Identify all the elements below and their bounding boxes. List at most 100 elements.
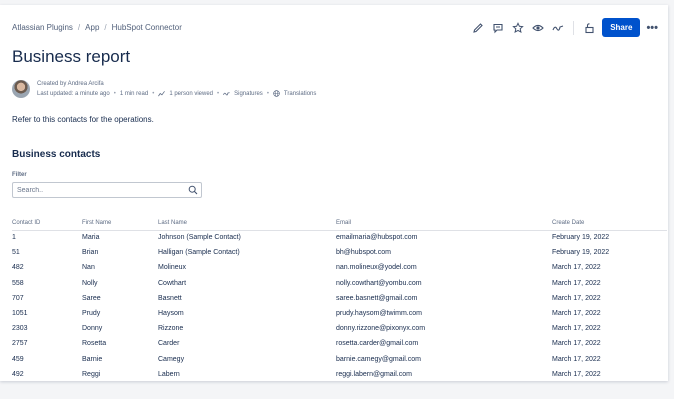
- cell-first-name: Brian: [82, 249, 99, 257]
- search-icon[interactable]: [188, 185, 198, 195]
- search-box: [12, 182, 202, 198]
- breadcrumb-separator: /: [77, 23, 81, 32]
- column-header-contact-id[interactable]: Contact ID: [12, 216, 82, 231]
- table-row: 1051 Prudy Haysom prudy.haysom@twimm.com Mar…: [12, 306, 667, 321]
- cell-create-date: March 17, 2022: [552, 355, 601, 363]
- contacts-table: Contact ID First Name Last Name Email Cr…: [12, 216, 667, 382]
- share-button[interactable]: Share: [602, 18, 641, 37]
- page-meta: Created by Andrea Arcifa Last updated: a…: [37, 79, 316, 99]
- meta-separator: •: [217, 91, 220, 97]
- cell-last-name: Basnett: [158, 294, 182, 302]
- cell-contact-id: 1: [12, 234, 16, 242]
- edit-icon[interactable]: [471, 21, 485, 35]
- table-row: 459 Barnie Camegy barnie.camegy@gmail.com Ma…: [12, 352, 667, 367]
- cell-contact-id: 2757: [12, 340, 28, 348]
- more-actions-icon[interactable]: •••: [646, 22, 658, 34]
- star-icon[interactable]: [511, 21, 525, 35]
- cell-create-date: March 17, 2022: [552, 264, 601, 272]
- page-meta-details: Last updated: a minute ago • 1 min read …: [37, 89, 316, 99]
- table-row: 482 Nan Molineux nan.molineux@yodel.com Marc…: [12, 260, 667, 275]
- cell-contact-id: 51: [12, 249, 20, 257]
- cell-email: prudy.haysom@twimm.com: [336, 310, 422, 318]
- byline: Created by Andrea Arcifa Last updated: a…: [12, 79, 316, 99]
- table-row: 2757 Rosetta Carder rosetta.carder@gmail.co…: [12, 336, 667, 351]
- cell-create-date: February 19, 2022: [552, 234, 610, 242]
- toolbar-divider: [573, 20, 575, 35]
- cell-email: bh@hubspot.com: [336, 249, 391, 257]
- translations-link[interactable]: Translations: [284, 89, 316, 99]
- breadcrumb-item-app[interactable]: App: [85, 23, 99, 32]
- search-input[interactable]: [17, 186, 187, 194]
- cell-first-name: Rosetta: [82, 340, 107, 348]
- meta-separator: •: [113, 91, 116, 97]
- cell-create-date: March 17, 2022: [552, 370, 601, 378]
- cell-contact-id: 2303: [12, 325, 28, 333]
- cell-create-date: March 17, 2022: [552, 325, 601, 333]
- cell-email: emailmaria@hubspot.com: [336, 234, 418, 242]
- column-header-email[interactable]: Email: [336, 216, 552, 231]
- cell-first-name: Saree: [82, 294, 101, 302]
- breadcrumb-item-hubspot-connector[interactable]: HubSpot Connector: [112, 23, 182, 32]
- cell-last-name: Cowthart: [158, 279, 187, 287]
- column-header-create-date[interactable]: Create Date: [552, 216, 667, 231]
- created-by: Created by Andrea Arcifa: [37, 81, 104, 87]
- column-header-last-name[interactable]: Last Name: [158, 216, 336, 231]
- cell-email: barnie.camegy@gmail.com: [336, 355, 421, 363]
- breadcrumb-separator: /: [104, 23, 107, 32]
- watch-icon[interactable]: [531, 21, 545, 35]
- cell-create-date: March 17, 2022: [552, 294, 601, 302]
- last-updated[interactable]: Last updated: a minute ago: [37, 89, 110, 99]
- page-title: Business report: [12, 47, 131, 66]
- table-row: 707 Saree Basnett saree.basnett@gmail.com Ma…: [12, 291, 667, 306]
- cell-create-date: March 17, 2022: [552, 279, 601, 287]
- cell-first-name: Donny: [82, 325, 103, 333]
- breadcrumb: Atlassian Plugins / App / HubSpot Connec…: [12, 23, 182, 32]
- confluence-page: Atlassian Plugins / App / HubSpot Connec…: [0, 5, 668, 381]
- read-time: 1 min read: [119, 91, 149, 97]
- page-header: Atlassian Plugins / App / HubSpot Connec…: [0, 5, 668, 45]
- cell-first-name: Prudy: [82, 310, 101, 318]
- cell-first-name: Nolly: [82, 279, 98, 287]
- meta-separator: •: [152, 91, 155, 97]
- signatures-link[interactable]: Signatures: [234, 89, 263, 99]
- signature-small-icon: [223, 89, 230, 99]
- cell-first-name: Reggi: [82, 370, 101, 378]
- cell-email: donny.rizzone@pixonyx.com: [336, 325, 426, 333]
- restrictions-icon[interactable]: [582, 21, 596, 35]
- cell-contact-id: 558: [12, 279, 24, 287]
- intro-text: Refer to this contacts for the operation…: [12, 115, 154, 124]
- table-row: 492 Reggi Labern reggi.labern@gmail.com Marc…: [12, 367, 667, 382]
- cell-first-name: Nan: [82, 264, 95, 272]
- people-viewed[interactable]: 1 person viewed: [169, 89, 213, 99]
- table-row: 51 Brian Halligan (Sample Contact) bh@hubsp…: [12, 245, 667, 260]
- cell-last-name: Johnson (Sample Contact): [158, 234, 241, 242]
- avatar[interactable]: [12, 80, 30, 98]
- globe-icon: [273, 89, 280, 99]
- table-row: 1 Maria Johnson (Sample Contact) emailmaria…: [12, 230, 667, 245]
- cell-email: rosetta.carder@gmail.com: [336, 340, 419, 348]
- meta-separator: •: [266, 91, 269, 97]
- cell-last-name: Molineux: [158, 264, 187, 272]
- cell-email: reggi.labern@gmail.com: [336, 370, 412, 378]
- cell-create-date: March 17, 2022: [552, 310, 601, 318]
- table-row: 2303 Donny Rizzone donny.rizzone@pixonyx.co…: [12, 321, 667, 336]
- cell-email: nolly.cowthart@yombu.com: [336, 279, 422, 287]
- comment-icon[interactable]: [491, 21, 505, 35]
- cell-contact-id: 482: [12, 264, 24, 272]
- table-row: 558 Nolly Cowthart nolly.cowthart@yombu.com…: [12, 276, 667, 291]
- cell-last-name: Halligan (Sample Contact): [158, 249, 240, 257]
- cell-last-name: Camegy: [158, 355, 185, 363]
- cell-contact-id: 492: [12, 370, 24, 378]
- table-header-row: Contact ID First Name Last Name Email Cr…: [12, 216, 667, 231]
- section-heading: Business contacts: [12, 149, 101, 160]
- cell-contact-id: 459: [12, 355, 24, 363]
- cell-first-name: Maria: [82, 234, 100, 242]
- column-header-first-name[interactable]: First Name: [82, 216, 158, 231]
- signature-icon[interactable]: [551, 21, 565, 35]
- cell-last-name: Rizzone: [158, 325, 184, 333]
- page-toolbar: Share •••: [471, 18, 658, 37]
- breadcrumb-item-atlassian-plugins[interactable]: Atlassian Plugins: [12, 23, 73, 32]
- cell-email: nan.molineux@yodel.com: [336, 264, 417, 272]
- cell-last-name: Carder: [158, 340, 180, 348]
- cell-contact-id: 1051: [12, 310, 28, 318]
